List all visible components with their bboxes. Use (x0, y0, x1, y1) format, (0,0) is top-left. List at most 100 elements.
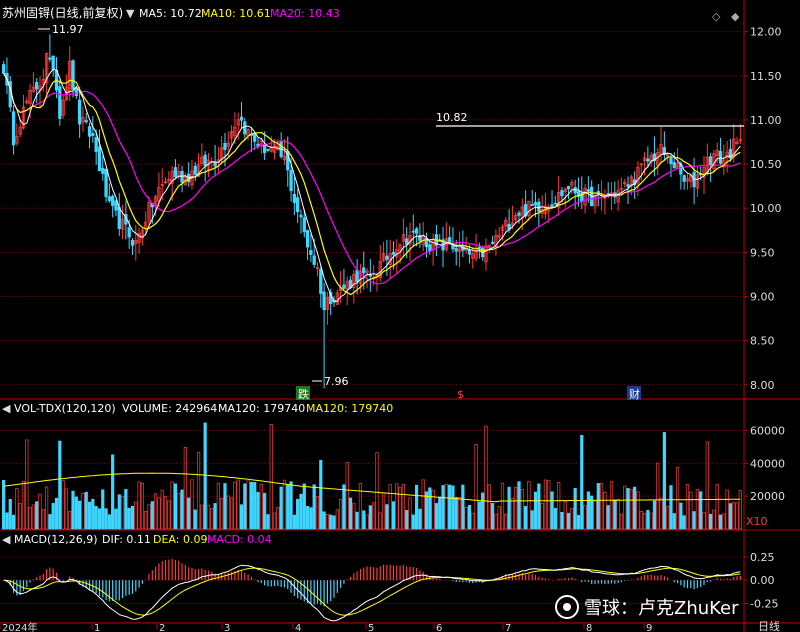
candle-body (266, 148, 270, 151)
volume-bar (5, 512, 9, 530)
macd-collapse-icon[interactable]: ◀ (2, 533, 11, 546)
volume-bar (448, 484, 452, 530)
ma5-label: MA5: 10.72 (139, 7, 202, 20)
volume-bar (107, 514, 111, 530)
candle-body (262, 144, 267, 154)
marker-dollar[interactable]: $ (457, 388, 464, 401)
candle-body (302, 217, 306, 233)
candle-body (669, 157, 673, 165)
candle-body (111, 195, 115, 206)
candle-body (84, 120, 88, 123)
volume-bar (193, 509, 197, 530)
marker-finance[interactable]: 财 (629, 387, 640, 401)
low-annotation: 7.96 (324, 375, 349, 388)
dea-label: DEA: 0.09 (153, 533, 207, 546)
candle-body (11, 111, 16, 146)
price-tick-label-3: 10.50 (750, 158, 782, 171)
volume-bar (424, 491, 429, 530)
volume-bar (368, 505, 372, 530)
macd-header: ◀ MACD(12,26,9) DIF: 0.11 DEA: 0.09 MACD… (2, 533, 272, 546)
candle-body (319, 268, 323, 294)
volume-bar (2, 479, 6, 530)
candle-body (127, 227, 131, 238)
candle-body (418, 234, 422, 241)
marker-fall[interactable]: 跌 (298, 387, 309, 401)
candle-body (292, 193, 297, 203)
zoom-label[interactable]: X10 (746, 515, 768, 528)
volume-bar (150, 501, 154, 530)
volume-bar (130, 505, 135, 530)
volume-bar (438, 496, 442, 530)
candle-body (322, 291, 326, 311)
volume-bar (342, 484, 346, 530)
volume-bar (97, 508, 102, 530)
price-tick-label-0: 12.00 (750, 26, 782, 39)
volume-bar (180, 489, 184, 530)
volume-tick-label-1: 40000 (750, 457, 785, 470)
volume-bar (58, 440, 62, 530)
volume-bar (71, 490, 75, 530)
volume-bar (586, 491, 590, 530)
candle-body (428, 244, 432, 252)
candle-body (243, 121, 247, 135)
candle-body (203, 154, 207, 166)
candle-body (533, 202, 538, 206)
volume-bar (101, 489, 105, 530)
diamond-icon[interactable]: ◇ (712, 10, 721, 23)
candle-body (672, 162, 676, 169)
volume-bar (203, 422, 207, 530)
volume-bar (305, 505, 310, 530)
candle-body (718, 150, 723, 164)
x-tick-label-7: 7 (505, 623, 511, 632)
candle-body (537, 201, 541, 212)
volume-bar (633, 486, 637, 530)
high-annotation: 11.97 (52, 23, 84, 36)
candle-body (213, 161, 217, 167)
candle-body (253, 133, 257, 142)
volume-bar (662, 432, 666, 530)
volume-bar (385, 504, 389, 530)
candle-body (299, 214, 303, 218)
volume-bar (223, 483, 227, 530)
volume-bar (441, 485, 445, 530)
volume-bar (418, 508, 422, 530)
volume-bar (613, 499, 617, 530)
candle-body (385, 255, 389, 260)
period-label[interactable]: 日线 (758, 619, 780, 632)
volume-bar (692, 511, 696, 530)
candle-body (173, 167, 178, 178)
volume-bar (550, 491, 554, 530)
volume-bar (467, 505, 472, 530)
candle-body (586, 189, 591, 191)
volume-ma120-b: MA120: 179740 (306, 402, 393, 415)
ma20-label: MA20: 10.43 (270, 7, 340, 20)
candle-body (309, 250, 313, 255)
macd-axis: 0.25 0.00 -0.25 (744, 551, 778, 610)
volume-bar (560, 511, 564, 530)
price-tick-label-2: 11.00 (750, 114, 782, 127)
watermark: 雪球：卢克ZhuKer (555, 595, 739, 619)
scroll-arrow-icon[interactable]: ▼ (126, 7, 135, 20)
volume-bar (481, 492, 485, 530)
volume-bar (596, 483, 600, 530)
candle-body (312, 255, 316, 265)
candle-body (74, 87, 78, 97)
volume-bar (646, 509, 650, 530)
settings-diamond-icon[interactable]: ◆ (731, 10, 740, 23)
volume-bar (709, 513, 713, 530)
volume-bar (127, 507, 131, 530)
volume-bar (173, 483, 178, 530)
candle-body (58, 86, 62, 119)
price-tick-label-6: 9.00 (750, 290, 775, 303)
candle-body (77, 99, 82, 125)
volume-bar (679, 502, 683, 530)
stock-chart[interactable]: 12.0011.5011.0010.5010.009.509.008.508.0… (0, 0, 800, 632)
candle-body (91, 133, 95, 136)
volume-collapse-icon[interactable]: ◀ (2, 402, 11, 415)
volume-bar (728, 503, 733, 530)
volume-bar (573, 487, 577, 530)
macd-title: MACD(12,26,9) (14, 533, 98, 546)
watermark-text: 雪球：卢克ZhuKer (584, 598, 739, 619)
volume-bar (279, 486, 283, 530)
volume-bar (94, 506, 98, 530)
